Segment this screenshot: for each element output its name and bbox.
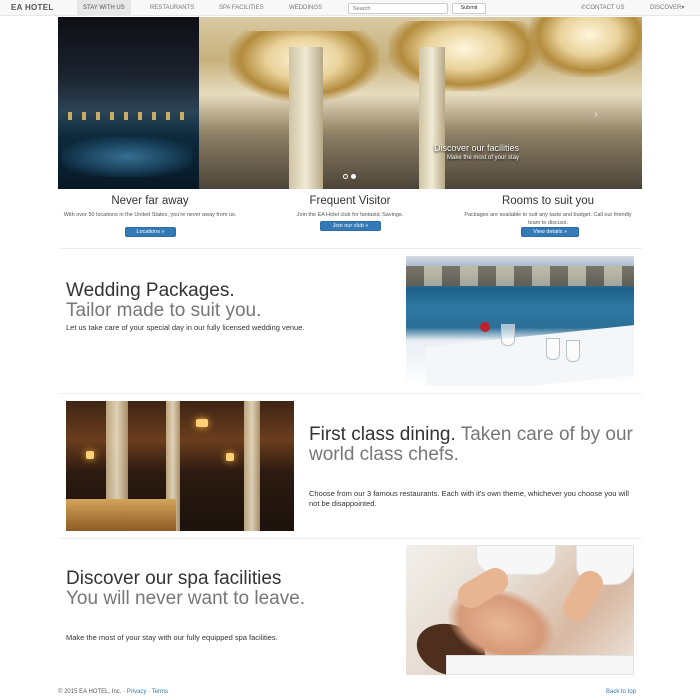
search-submit-button[interactable]: Submit [452, 3, 486, 14]
chandelier [389, 21, 539, 91]
dining-heading-main: First class dining. [309, 424, 456, 445]
restaurant-interior-image [66, 401, 294, 531]
locations-button[interactable]: Locations » [125, 227, 176, 237]
top-navbar: EA HOTEL STAY WITH US RESTAURANTS SPA FA… [0, 0, 700, 16]
nav-item-restaurants[interactable]: RESTAURANTS [144, 0, 200, 16]
lobby-column [419, 47, 445, 189]
spa-heading: Discover our spa facilities You will nev… [66, 569, 406, 609]
column-locations: Never far away With over 50 locations in… [55, 195, 245, 219]
view-details-button[interactable]: View details » [521, 227, 579, 237]
dining-heading: First class dining. Taken care of by our… [309, 425, 639, 465]
wedding-heading: Wedding Packages. Tailor made to suit yo… [66, 281, 396, 321]
copyright-text: © 2015 EA HOTEL, Inc. · [58, 689, 126, 695]
divider [58, 248, 642, 249]
brand-logo[interactable]: EA HOTEL [11, 3, 54, 12]
column-text: Join the EA Hotel club for fantastic Sav… [296, 212, 404, 218]
column-title: Frequent Visitor [309, 195, 391, 207]
column-rooms: Rooms to suit you Packages are available… [453, 195, 643, 227]
discover-label: DISCOVER [650, 5, 682, 11]
wedding-heading-main: Wedding Packages. [66, 280, 235, 301]
back-to-top-link[interactable]: Back to top [606, 689, 636, 695]
column-title: Rooms to suit you [501, 195, 595, 207]
column-text: With over 50 locations in the United Sta… [63, 212, 237, 218]
caret-down-icon: ▾ [681, 5, 685, 11]
footer-separator: · [148, 689, 151, 695]
column-text: Packages are available to suit any taste… [464, 212, 632, 226]
column-title: Never far away [111, 195, 189, 207]
chandelier [529, 17, 642, 77]
nav-item-weddings[interactable]: WEDDINGS [283, 0, 328, 16]
search-input[interactable] [348, 3, 448, 14]
wedding-poolside-image [406, 256, 634, 386]
carousel-indicator[interactable] [343, 174, 348, 179]
lobby-chandelier-image [199, 17, 642, 189]
dining-lead: Choose from our 3 famous restaurants. Ea… [309, 489, 629, 508]
discover-dropdown[interactable]: DISCOVER▾ [650, 0, 684, 16]
pool-night-image [58, 17, 199, 189]
contact-us-label: CONTACT US [586, 5, 625, 11]
terms-link[interactable]: Terms [152, 689, 168, 695]
divider [58, 393, 642, 394]
contact-us-link[interactable]: ✆CONTACT US [581, 0, 624, 16]
nav-item-spa-facilities[interactable]: SPA FACILITIES [213, 0, 270, 16]
carousel-indicator-active[interactable] [351, 174, 356, 179]
footer-copyright: © 2015 EA HOTEL, Inc. · Privacy · Terms [58, 689, 168, 695]
divider [58, 538, 642, 539]
privacy-link[interactable]: Privacy [127, 689, 147, 695]
spa-massage-image [406, 545, 634, 675]
spa-lead: Make the most of your stay with our full… [66, 633, 278, 642]
nav-item-stay-with-us[interactable]: STAY WITH US [77, 0, 131, 16]
spa-heading-main: Discover our spa facilities [66, 568, 282, 589]
join-club-button[interactable]: Join our club » [320, 221, 381, 231]
wedding-heading-muted: Tailor made to suit you. [66, 300, 262, 321]
carousel-caption-subtitle: Make the most of your stay [447, 155, 520, 161]
column-frequent-visitor: Frequent Visitor Join the EA Hotel club … [255, 195, 445, 219]
next-slide-icon[interactable]: › [594, 109, 598, 121]
lobby-column [289, 47, 323, 189]
spa-heading-muted: You will never want to leave. [66, 588, 306, 609]
carousel-caption-title: Discover our facilities [434, 143, 520, 153]
hero-carousel[interactable]: › [58, 17, 642, 189]
wedding-lead: Let us take care of your special day in … [66, 323, 305, 332]
